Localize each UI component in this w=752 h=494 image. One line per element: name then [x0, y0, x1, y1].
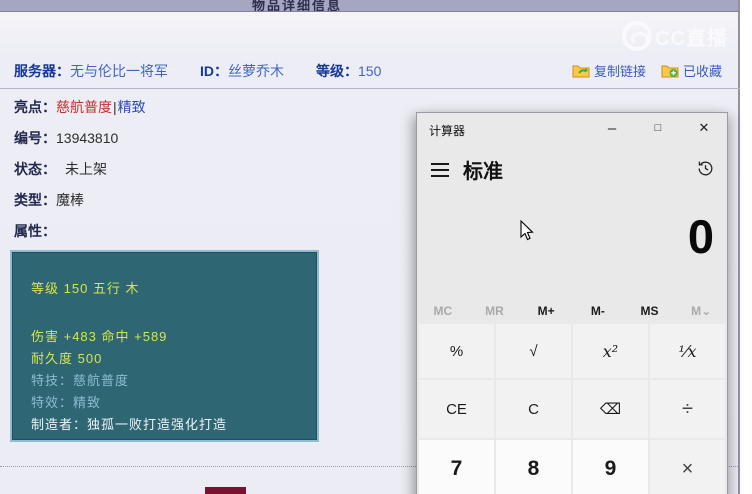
backspace-key[interactable]: ⌫	[573, 380, 648, 438]
status-row: 状态： 未上架	[14, 159, 107, 179]
window-controls: – □ ✕	[589, 113, 727, 143]
close-button[interactable]: ✕	[681, 113, 727, 143]
type-row: 类型：魔棒	[14, 190, 84, 210]
watermark-label: CC直播	[655, 27, 728, 50]
minimize-button[interactable]: –	[589, 113, 635, 143]
id-field: ID：丝萝乔木	[200, 61, 284, 81]
page-title-bar: 物品详细信息	[0, 0, 738, 12]
seven-key[interactable]: 7	[419, 440, 494, 494]
attribute-label: 属性：	[14, 223, 56, 239]
highlight-separator: |	[113, 99, 117, 115]
item-damage-line: 伤害 +483 命中 +589	[31, 329, 168, 344]
reciprocal-key[interactable]: ⅟x	[650, 324, 725, 378]
highlight-special-skill[interactable]: 慈航普度	[56, 99, 112, 115]
calculator-keypad: % √ x² ⅟x CE C ⌫ ÷ 7 8 9 ×	[419, 324, 725, 494]
percent-key[interactable]: %	[419, 324, 494, 378]
server-value: 无与伦比一将军	[70, 63, 168, 79]
number-value: 13943810	[56, 130, 119, 146]
nine-key[interactable]: 9	[573, 440, 648, 494]
memory-button-row: MC MR M+ M- MS M⌄	[417, 299, 727, 323]
item-header-row: 服务器：无与伦比一将军 ID：丝萝乔木 等级：150	[14, 61, 381, 81]
calculator-window: 计算器 – □ ✕ 标准 0 MC MR M+ M- MS M⌄ % √ x² …	[416, 112, 728, 494]
history-icon[interactable]	[696, 159, 715, 183]
memory-clear-button[interactable]: MC	[417, 304, 469, 318]
id-value: 丝萝乔木	[228, 63, 284, 79]
highlight-row: 亮点：慈航普度|精致	[14, 97, 146, 117]
item-level-line: 等级 150 五行 木	[31, 281, 140, 296]
header-divider	[0, 88, 740, 89]
page-title: 物品详细信息	[252, 0, 343, 12]
id-label: ID：	[200, 63, 228, 79]
menu-icon[interactable]	[431, 163, 449, 181]
multiply-key[interactable]: ×	[650, 440, 725, 494]
type-label: 类型：	[14, 192, 56, 208]
number-label: 编号：	[14, 130, 56, 146]
item-maker-line: 制造者：独孤一败打造强化打造	[31, 417, 228, 432]
calculator-display: 0	[687, 210, 714, 263]
memory-flyout-button[interactable]: M⌄	[675, 304, 727, 318]
memory-store-button[interactable]: MS	[624, 304, 676, 318]
cc-logo-icon	[622, 21, 652, 51]
level-label: 等级：	[316, 63, 358, 79]
clipped-red-button[interactable]	[205, 487, 246, 494]
square-root-key[interactable]: √	[496, 324, 571, 378]
memory-add-button[interactable]: M+	[520, 304, 572, 318]
highlight-effect[interactable]: 精致	[118, 99, 146, 115]
favorited-label: 已收藏	[682, 64, 722, 79]
favorited-button[interactable]: 已收藏	[661, 61, 722, 80]
clear-entry-key[interactable]: CE	[419, 380, 494, 438]
server-label: 服务器：	[14, 63, 70, 79]
memory-subtract-button[interactable]: M-	[572, 304, 624, 318]
favorited-folder-icon	[661, 65, 679, 78]
copy-link-button[interactable]: 复制链接	[572, 61, 646, 80]
calculator-header: 标准	[417, 153, 727, 189]
number-row: 编号：13943810	[14, 128, 118, 148]
item-effect-line: 特效：精致	[31, 395, 102, 410]
attribute-row: 属性：	[14, 221, 56, 241]
mouse-cursor	[520, 220, 534, 241]
item-skill-line: 特技：慈航普度	[31, 373, 130, 388]
calculator-titlebar[interactable]: 计算器 – □ ✕	[417, 113, 727, 143]
type-value: 魔棒	[56, 192, 84, 208]
highlight-label: 亮点：	[14, 99, 56, 115]
status-label: 状态：	[14, 161, 56, 177]
maximize-button[interactable]: □	[635, 113, 681, 143]
level-field: 等级：150	[316, 61, 381, 81]
cc-live-watermark: CC直播	[622, 21, 728, 51]
item-attributes-box: 等级 150 五行 木 伤害 +483 命中 +589 耐久度 500 特技：慈…	[10, 250, 319, 442]
divide-key[interactable]: ÷	[650, 380, 725, 438]
calculator-title: 计算器	[429, 124, 466, 138]
level-value: 150	[358, 63, 382, 79]
clear-key[interactable]: C	[496, 380, 571, 438]
eight-key[interactable]: 8	[496, 440, 571, 494]
memory-recall-button[interactable]: MR	[469, 304, 521, 318]
item-durability-line: 耐久度 500	[31, 351, 103, 366]
square-key[interactable]: x²	[573, 324, 648, 378]
header-actions: 复制链接 已收藏	[572, 61, 722, 80]
copy-link-label: 复制链接	[593, 64, 646, 79]
server-field: 服务器：无与伦比一将军	[14, 61, 168, 81]
status-value: 未上架	[65, 161, 107, 177]
copy-link-folder-icon	[572, 65, 590, 78]
calculator-mode-title: 标准	[463, 161, 503, 183]
